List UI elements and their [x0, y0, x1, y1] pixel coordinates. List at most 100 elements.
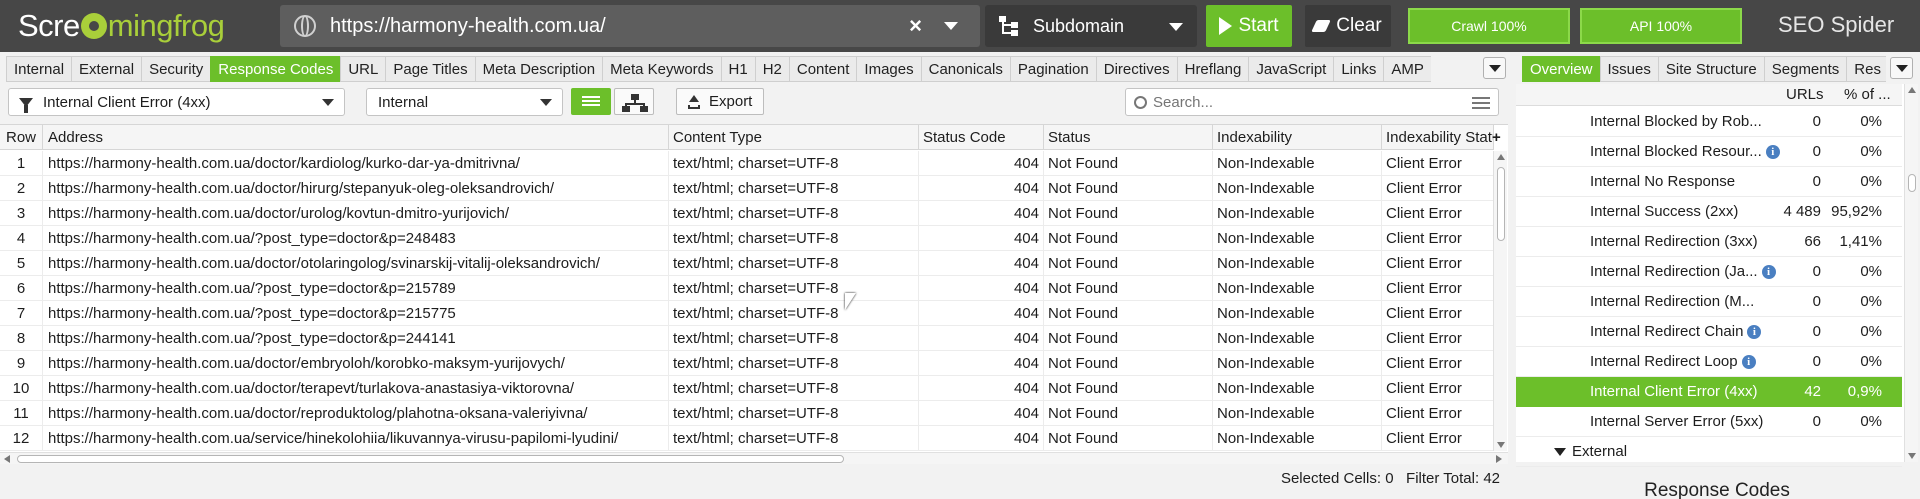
table-row[interactable]: 12 https://harmony-health.com.ua/service/… [0, 426, 1494, 451]
cell-indexability-status[interactable]: Client Error [1382, 201, 1494, 226]
start-button[interactable]: Start [1206, 5, 1292, 47]
cell-status-code[interactable]: 404 [919, 176, 1044, 201]
cell-address[interactable]: https://harmony-health.com.ua/doctor/ter… [43, 376, 669, 401]
search-input[interactable] [1153, 93, 1472, 111]
overview-item[interactable]: Internal Redirect Loop i 0 0% [1516, 347, 1902, 377]
overview-item[interactable]: Internal No Response 0 0% [1516, 167, 1902, 197]
cell-content-type[interactable]: text/html; charset=UTF-8 [669, 351, 919, 376]
cell-indexability-status[interactable]: Client Error [1382, 226, 1494, 251]
column-header-content-type[interactable]: Content Type [669, 125, 919, 150]
cell-address[interactable]: https://harmony-health.com.ua/service/hi… [43, 426, 669, 451]
cell-indexability-status[interactable]: Client Error [1382, 176, 1494, 201]
add-column-icon[interactable]: + [1492, 129, 1501, 146]
cell-row[interactable]: 1 [0, 151, 43, 176]
column-header-status[interactable]: Status [1044, 125, 1213, 150]
table-row[interactable]: 5 https://harmony-health.com.ua/doctor/ot… [0, 251, 1494, 276]
table-row[interactable]: 11 https://harmony-health.com.ua/doctor/r… [0, 401, 1494, 426]
cell-indexability[interactable]: Non-Indexable [1213, 326, 1382, 351]
cell-row[interactable]: 8 [0, 326, 43, 351]
cell-row[interactable]: 3 [0, 201, 43, 226]
cell-status[interactable]: Not Found [1044, 201, 1213, 226]
table-row[interactable]: 2 https://harmony-health.com.ua/doctor/hi… [0, 176, 1494, 201]
tab-internal[interactable]: Internal [6, 56, 72, 82]
cell-indexability[interactable]: Non-Indexable [1213, 251, 1382, 276]
column-header-status-code[interactable]: Status Code [919, 125, 1044, 150]
cell-content-type[interactable]: text/html; charset=UTF-8 [669, 226, 919, 251]
clear-button[interactable]: Clear [1305, 5, 1391, 47]
overview-vertical-scrollbar[interactable] [1904, 84, 1918, 462]
cell-content-type[interactable]: text/html; charset=UTF-8 [669, 326, 919, 351]
table-row[interactable]: 6 https://harmony-health.com.ua/?post_typ… [0, 276, 1494, 301]
cell-status-code[interactable]: 404 [919, 251, 1044, 276]
cell-indexability[interactable]: Non-Indexable [1213, 151, 1382, 176]
cell-indexability[interactable]: Non-Indexable [1213, 176, 1382, 201]
tab-directives[interactable]: Directives [1095, 56, 1177, 82]
tab-amp[interactable]: AMP [1383, 56, 1431, 82]
export-button[interactable]: Export [676, 88, 764, 115]
overview-item[interactable]: Internal Blocked Resour... i 0 0% [1516, 137, 1902, 167]
scroll-down-icon[interactable] [1497, 442, 1505, 448]
table-row[interactable]: 8 https://harmony-health.com.ua/?post_typ… [0, 326, 1494, 351]
col-pct-header[interactable]: % of ... [1844, 86, 1900, 103]
panel-splitter[interactable] [1508, 84, 1516, 499]
cell-status-code[interactable]: 404 [919, 226, 1044, 251]
column-header-row[interactable]: Row [0, 125, 43, 150]
overview-item[interactable]: Internal Client Error (4xx) 42 0,9% [1516, 377, 1902, 407]
cell-address[interactable]: https://harmony-health.com.ua/doctor/uro… [43, 201, 669, 226]
table-row[interactable]: 1 https://harmony-health.com.ua/doctor/ka… [0, 151, 1494, 176]
crawl-mode-select[interactable]: Subdomain [985, 5, 1197, 47]
cell-status-code[interactable]: 404 [919, 376, 1044, 401]
cell-address[interactable]: https://harmony-health.com.ua/?post_type… [43, 326, 669, 351]
scroll-left-icon[interactable] [4, 455, 10, 463]
cell-status[interactable]: Not Found [1044, 226, 1213, 251]
cell-status-code[interactable]: 404 [919, 326, 1044, 351]
cell-content-type[interactable]: text/html; charset=UTF-8 [669, 401, 919, 426]
cell-address[interactable]: https://harmony-health.com.ua/?post_type… [43, 226, 669, 251]
cell-status[interactable]: Not Found [1044, 151, 1213, 176]
cell-status[interactable]: Not Found [1044, 351, 1213, 376]
cell-content-type[interactable]: text/html; charset=UTF-8 [669, 276, 919, 301]
scroll-thumb[interactable] [17, 455, 844, 463]
cell-indexability-status[interactable]: Client Error [1382, 301, 1494, 326]
cell-content-type[interactable]: text/html; charset=UTF-8 [669, 151, 919, 176]
scroll-right-icon[interactable] [1496, 455, 1502, 463]
scroll-up-icon[interactable] [1497, 154, 1505, 160]
table-vertical-scrollbar[interactable] [1493, 151, 1507, 451]
column-header-indexability-status[interactable]: Indexability Status [1382, 125, 1494, 150]
info-icon[interactable]: i [1741, 355, 1756, 369]
cell-address[interactable]: https://harmony-health.com.ua/?post_type… [43, 301, 669, 326]
overview-item[interactable]: Internal Blocked by Rob... 0 0% [1516, 107, 1902, 137]
scroll-down-icon[interactable] [1908, 453, 1916, 459]
cell-indexability-status[interactable]: Client Error [1382, 426, 1494, 451]
overview-group-external[interactable]: External [1516, 437, 1902, 467]
column-header-address[interactable]: Address [43, 125, 669, 150]
overview-item[interactable]: Internal Redirection (3xx) 66 1,41% [1516, 227, 1902, 257]
cell-indexability-status[interactable]: Client Error [1382, 151, 1494, 176]
cell-row[interactable]: 6 [0, 276, 43, 301]
tab-images[interactable]: Images [856, 56, 921, 82]
cell-content-type[interactable]: text/html; charset=UTF-8 [669, 426, 919, 451]
more-tabs-button[interactable] [1483, 57, 1506, 79]
cell-status[interactable]: Not Found [1044, 251, 1213, 276]
right-tab-segments[interactable]: Segments [1763, 56, 1847, 82]
cell-status[interactable]: Not Found [1044, 176, 1213, 201]
right-tab-res[interactable]: Res [1846, 56, 1887, 82]
cell-content-type[interactable]: text/html; charset=UTF-8 [669, 201, 919, 226]
cell-status-code[interactable]: 404 [919, 426, 1044, 451]
clear-url-icon[interactable]: × [909, 13, 922, 39]
cell-row[interactable]: 11 [0, 401, 43, 426]
table-row[interactable]: 10 https://harmony-health.com.ua/doctor/t… [0, 376, 1494, 401]
cell-status[interactable]: Not Found [1044, 401, 1213, 426]
cell-status[interactable]: Not Found [1044, 326, 1213, 351]
overview-item[interactable]: Internal Success (2xx) 4 489 95,92% [1516, 197, 1902, 227]
cell-address[interactable]: https://harmony-health.com.ua/?post_type… [43, 276, 669, 301]
cell-indexability[interactable]: Non-Indexable [1213, 226, 1382, 251]
cell-indexability[interactable]: Non-Indexable [1213, 401, 1382, 426]
cell-address[interactable]: https://harmony-health.com.ua/doctor/rep… [43, 401, 669, 426]
cell-row[interactable]: 9 [0, 351, 43, 376]
cell-row[interactable]: 5 [0, 251, 43, 276]
table-row[interactable]: 7 https://harmony-health.com.ua/?post_typ… [0, 301, 1494, 326]
cell-indexability-status[interactable]: Client Error [1382, 376, 1494, 401]
tab-external[interactable]: External [71, 56, 142, 82]
tab-javascript[interactable]: JavaScript [1248, 56, 1334, 82]
